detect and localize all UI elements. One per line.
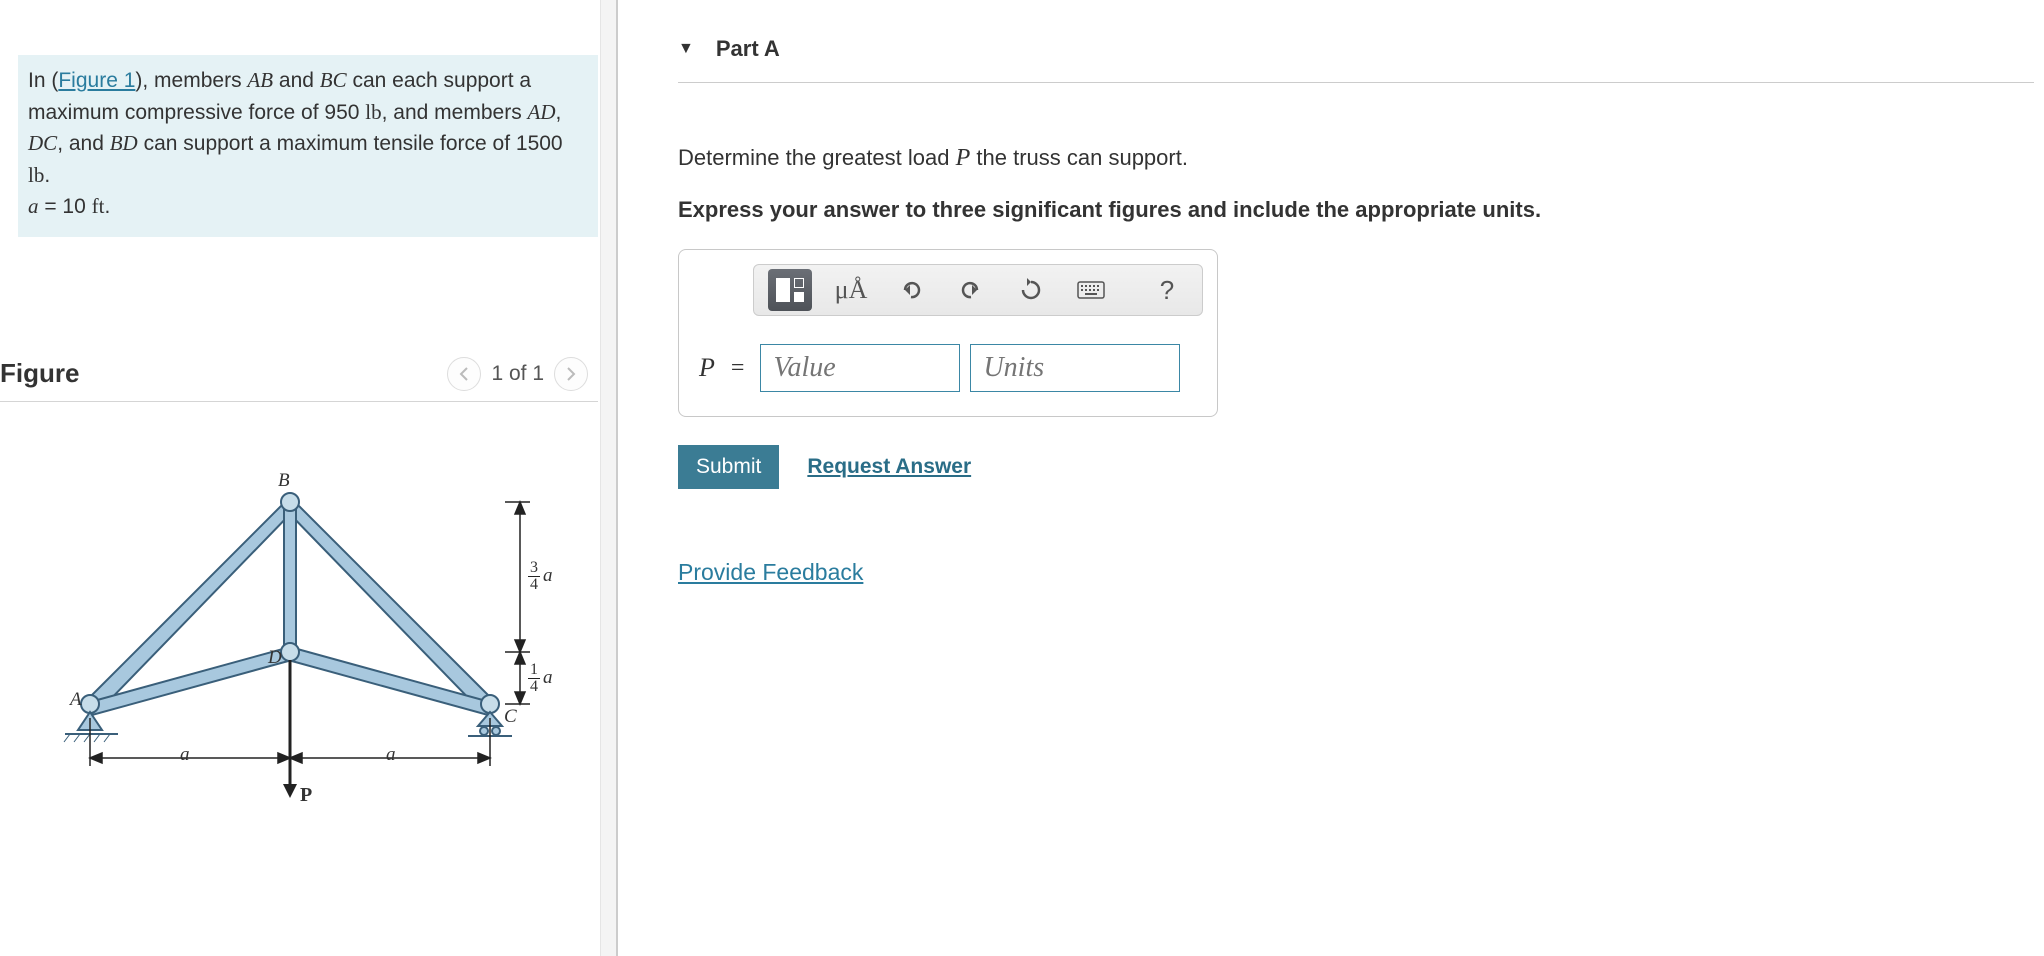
problem-statement: In (Figure 1), members AB and BC can eac… [18, 55, 598, 237]
dim-a-left: a [180, 744, 190, 766]
undo-button[interactable] [890, 269, 932, 311]
undo-icon [899, 280, 923, 300]
figure-header: Figure 1 of 1 [0, 357, 598, 402]
text: can support a maximum tensile force of 1… [138, 132, 563, 155]
figure-link[interactable]: Figure 1 [58, 69, 135, 92]
text: . [44, 164, 50, 187]
part-header[interactable]: ▼ Part A [678, 36, 2034, 83]
help-button[interactable]: ? [1146, 269, 1188, 311]
text: ), members [135, 69, 247, 92]
member-ad: AD [528, 100, 556, 124]
keyboard-icon [1077, 281, 1105, 299]
dim-1-4-a: 14 a [528, 662, 553, 695]
figure-title: Figure [0, 358, 79, 389]
var-a: a [28, 194, 39, 218]
member-bd: BD [110, 131, 138, 155]
templates-icon [776, 278, 804, 302]
redo-icon [959, 280, 983, 300]
figure-page: 1 of 1 [491, 362, 544, 386]
var-p: P [956, 145, 971, 171]
instruction-text: Express your answer to three significant… [678, 197, 2044, 223]
text: In ( [28, 69, 58, 92]
provide-feedback-link[interactable]: Provide Feedback [678, 559, 863, 586]
member-bc: BC [320, 68, 347, 92]
member-ab: AB [247, 68, 273, 92]
dim-a-right: a [386, 744, 396, 766]
question-text: Determine the greatest load P the truss … [678, 139, 2044, 177]
unit-lb: lb [28, 163, 44, 187]
part-title: Part A [716, 36, 780, 62]
reset-icon [1019, 278, 1043, 302]
units-input[interactable] [970, 344, 1180, 392]
text: = 10 [39, 195, 92, 218]
left-panel: In (Figure 1), members AB and BC can eac… [0, 0, 618, 956]
text: , and members [382, 101, 528, 124]
submit-button[interactable]: Submit [678, 445, 779, 489]
special-chars-button[interactable]: μÅ [830, 269, 872, 311]
dim-3-4-a: 34 a [528, 560, 553, 593]
caret-down-icon: ▼ [678, 40, 694, 58]
node-a-label: A [70, 689, 82, 711]
text: the truss can support. [970, 145, 1188, 170]
chevron-left-icon [458, 366, 470, 382]
text: , [556, 101, 562, 124]
keyboard-button[interactable] [1070, 269, 1112, 311]
submit-row: Submit Request Answer [678, 445, 2044, 489]
figure-nav: 1 of 1 [447, 357, 588, 391]
left-scrollbar[interactable] [600, 0, 616, 956]
answer-row: P = [695, 344, 1201, 392]
value-input[interactable] [760, 344, 960, 392]
node-d-label: D [268, 647, 282, 669]
unit-lb: lb [365, 100, 381, 124]
text: . [104, 195, 110, 218]
answer-var: P [699, 353, 715, 383]
unit-ft: ft [92, 194, 105, 218]
templates-button[interactable] [768, 269, 812, 311]
answer-toolbar: μÅ ? [753, 264, 1203, 316]
figure-image: A B D C P a a 34 a 14 a [10, 442, 606, 822]
figure-next-button[interactable] [554, 357, 588, 391]
reset-button[interactable] [1010, 269, 1052, 311]
request-answer-link[interactable]: Request Answer [807, 455, 971, 479]
force-p-label: P [300, 784, 312, 807]
chevron-right-icon [565, 366, 577, 382]
text: , and [57, 132, 110, 155]
text: Determine the greatest load [678, 145, 956, 170]
node-b-label: B [278, 470, 290, 492]
equals-sign: = [731, 355, 745, 382]
text: and [273, 69, 320, 92]
figure-prev-button[interactable] [447, 357, 481, 391]
redo-button[interactable] [950, 269, 992, 311]
answer-widget: μÅ ? P = [678, 249, 1218, 417]
right-panel: ▼ Part A Determine the greatest load P t… [618, 0, 2044, 956]
member-dc: DC [28, 131, 57, 155]
node-c-label: C [504, 706, 517, 728]
truss-diagram [10, 442, 570, 822]
